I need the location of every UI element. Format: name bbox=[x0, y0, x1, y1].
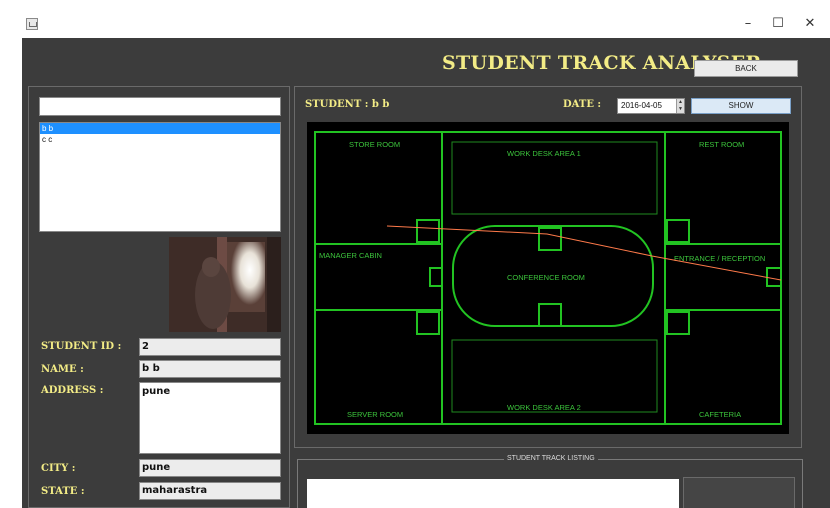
selected-student-caption: STUDENT : b b bbox=[305, 99, 390, 110]
room-label-server: SERVER ROOM bbox=[347, 410, 403, 419]
room-label-rest: REST ROOM bbox=[699, 140, 744, 149]
room-label-work-desk-2: WORK DESK AREA 2 bbox=[507, 403, 581, 412]
floor-plan: STORE ROOM WORK DESK AREA 1 REST ROOM MA… bbox=[307, 122, 789, 434]
city-label: CITY : bbox=[41, 463, 76, 474]
room-label-entrance: ENTRANCE / RECEPTION bbox=[674, 254, 765, 263]
address-field[interactable]: pune bbox=[139, 382, 281, 454]
state-field[interactable]: maharastra bbox=[139, 482, 281, 500]
student-id-field[interactable]: 2 bbox=[139, 338, 281, 356]
name-label: NAME : bbox=[41, 364, 84, 375]
track-listing-table[interactable] bbox=[307, 479, 679, 508]
app-content: STUDENT TRACK ANALYSER BACK b b c c STUD… bbox=[22, 38, 830, 508]
app-icon bbox=[26, 18, 38, 30]
track-listing-panel: STUDENT TRACK LISTING bbox=[297, 455, 803, 508]
address-label: ADDRESS : bbox=[41, 385, 104, 396]
student-search-input[interactable] bbox=[39, 97, 281, 116]
state-label: STATE : bbox=[41, 486, 85, 497]
date-spinner-arrows[interactable]: ▲ ▼ bbox=[676, 99, 684, 113]
track-listing-legend: STUDENT TRACK LISTING bbox=[504, 455, 598, 462]
room-label-cafeteria: CAFETERIA bbox=[699, 410, 741, 419]
window-titlebar: – ☐ ✕ bbox=[0, 0, 830, 38]
student-list-item[interactable]: b b bbox=[40, 123, 280, 134]
close-button[interactable]: ✕ bbox=[800, 14, 820, 34]
student-photo bbox=[169, 237, 281, 332]
name-field[interactable]: b b bbox=[139, 360, 281, 378]
minimize-button[interactable]: – bbox=[738, 14, 758, 34]
student-id-label: STUDENT ID : bbox=[41, 341, 122, 352]
city-field[interactable]: pune bbox=[139, 459, 281, 477]
maximize-button[interactable]: ☐ bbox=[768, 14, 788, 34]
back-button[interactable]: BACK bbox=[694, 60, 798, 77]
date-spinner-field[interactable]: 2016-04-05 ▲ ▼ bbox=[617, 98, 685, 114]
track-panel: STUDENT : b b DATE : 2016-04-05 ▲▼ SHOW bbox=[294, 86, 802, 448]
student-list[interactable]: b b c c bbox=[39, 122, 281, 232]
student-list-item[interactable]: c c bbox=[40, 134, 280, 145]
room-label-conference: CONFERENCE ROOM bbox=[507, 273, 585, 282]
student-track-path bbox=[386, 225, 782, 281]
date-value: 2016-04-05 bbox=[621, 101, 662, 110]
room-label-store: STORE ROOM bbox=[349, 140, 400, 149]
student-photo-image bbox=[169, 237, 281, 332]
track-listing-side-panel bbox=[683, 477, 795, 508]
floor-plan-map: STORE ROOM WORK DESK AREA 1 REST ROOM MA… bbox=[314, 131, 782, 425]
student-details-panel: b b c c STUDENT ID : 2 NAME: b b ADDRES… bbox=[28, 86, 290, 508]
date-label: DATE : bbox=[563, 99, 602, 110]
room-label-work-desk-1: WORK DESK AREA 1 bbox=[507, 149, 581, 158]
room-label-manager: MANAGER CABIN bbox=[319, 251, 382, 260]
show-button[interactable]: SHOW bbox=[691, 98, 791, 114]
